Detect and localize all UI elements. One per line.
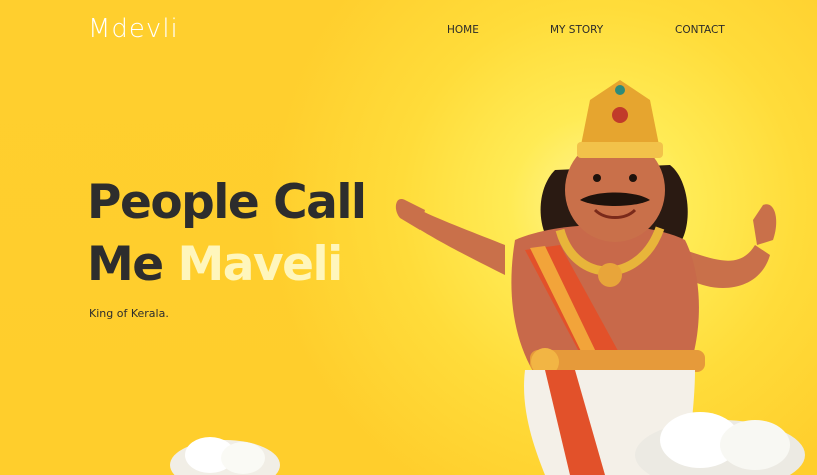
- nav-home[interactable]: HOME: [447, 24, 479, 36]
- jasmine-flower-left: [170, 437, 280, 475]
- hero-title-accent: Maveli: [177, 237, 344, 292]
- hero-title: People Call Me Maveli: [87, 172, 367, 296]
- jasmine-flower-right: [635, 412, 805, 475]
- nav-contact[interactable]: CONTACT: [675, 24, 725, 36]
- hero-title-line2-prefix: Me: [87, 237, 178, 292]
- main-nav: HOME MY STORY CONTACT: [0, 24, 817, 40]
- hero-tagline: King of Kerala.: [89, 307, 169, 320]
- nav-my-story[interactable]: MY STORY: [550, 24, 603, 36]
- hero-title-line1: People Call: [87, 175, 367, 230]
